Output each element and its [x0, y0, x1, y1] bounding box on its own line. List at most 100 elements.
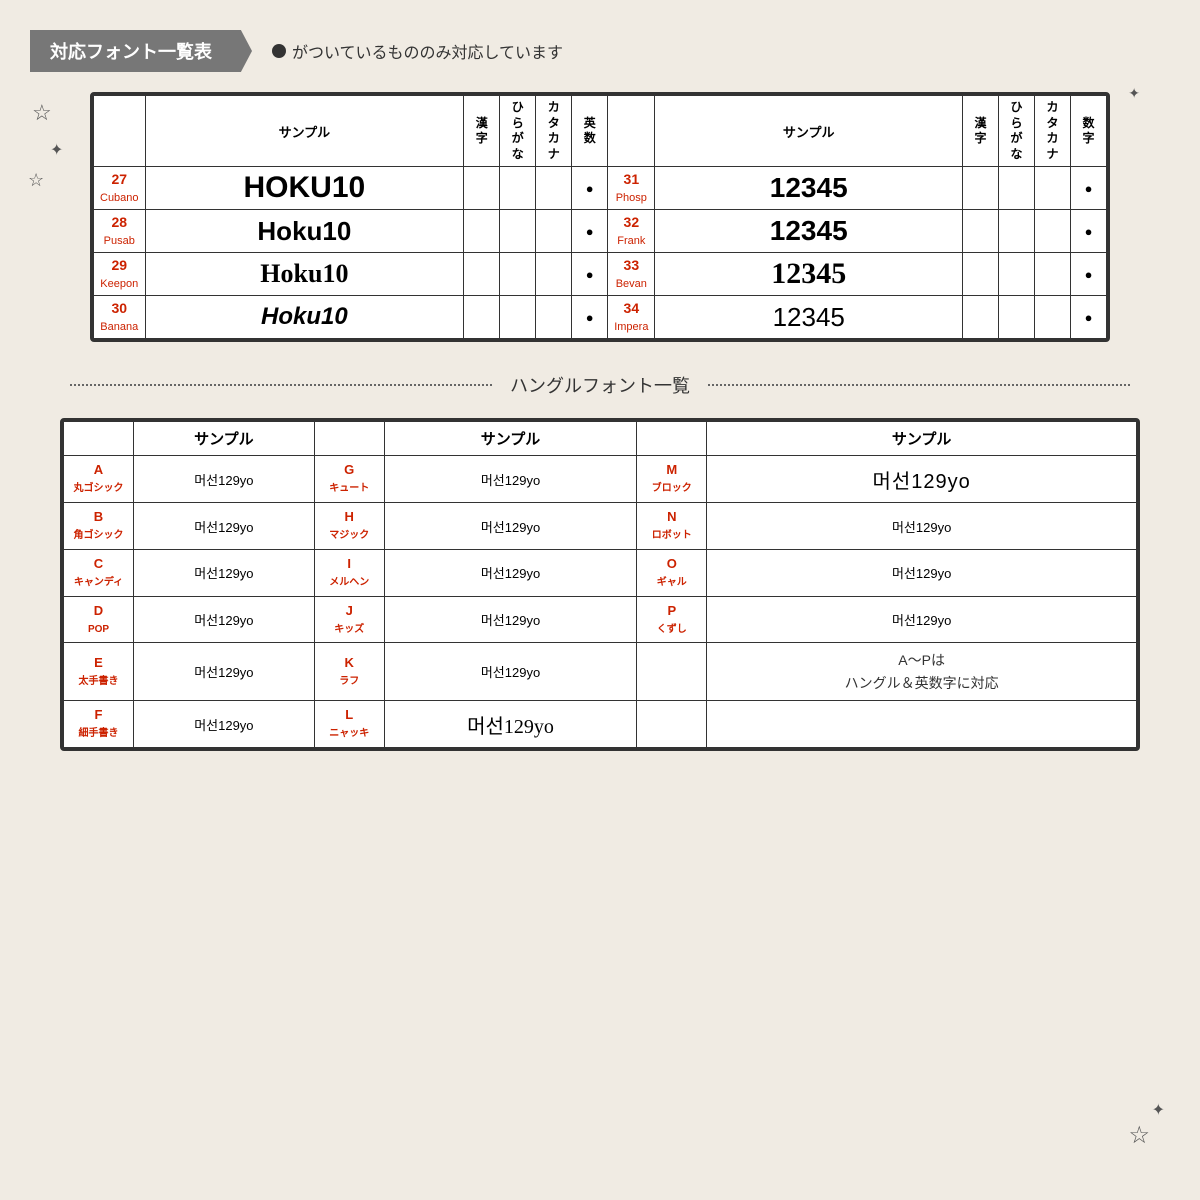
kanji-left: [464, 296, 500, 339]
hangul-label-g: Jキッズ: [314, 596, 384, 643]
th-sample-left: サンプル: [145, 96, 464, 167]
kanji-right: [963, 296, 999, 339]
hangul-th-empty-1: [64, 422, 134, 456]
suu-right: ●: [1071, 210, 1107, 253]
bullet-icon: [272, 44, 286, 58]
font-sample-left: Hoku10: [145, 296, 464, 339]
kanji-right: [963, 210, 999, 253]
font-sample-left: HOKU10: [145, 167, 464, 210]
hangul-th-empty-3: [637, 422, 707, 456]
hangul-label-m-empty: [637, 701, 707, 748]
hangul-sample-m: 머선129yo: [707, 456, 1137, 503]
hangul-label-m: Pくずし: [637, 596, 707, 643]
hira-right: [999, 210, 1035, 253]
hangul-table-row: E太手書き 머선129yoKラフ 머선129yo A〜Pはハングル＆英数字に対応: [64, 643, 1137, 701]
kata-right: [1035, 167, 1071, 210]
hira-right: [999, 253, 1035, 296]
kata-right: [1035, 210, 1071, 253]
hangul-sample-a: 머선129yo: [134, 701, 315, 748]
divider-text: ハングルフォント一覧: [500, 372, 700, 398]
kata-left: [536, 167, 572, 210]
hangul-label-g: Kラフ: [314, 643, 384, 701]
hangul-table-row: B角ゴシック 머선129yoHマジック 머선129yoNロボット 머선129yo: [64, 503, 1137, 550]
kanji-left: [464, 210, 500, 253]
font-id-cell: 30Banana: [94, 296, 146, 339]
header-title: 対応フォント一覧表: [30, 30, 252, 72]
hangul-sample-m: 머선129yo: [707, 503, 1137, 550]
hangul-label-m: Nロボット: [637, 503, 707, 550]
hangul-sample-g: 머선129yo: [384, 503, 637, 550]
kanji-right: [963, 167, 999, 210]
kata-left: [536, 210, 572, 253]
th-empty-mid: [608, 96, 655, 167]
hangul-sample-a: 머선129yo: [134, 643, 315, 701]
header-note-text: がついているもののみ対応しています: [292, 39, 563, 63]
table-row: 30Banana Hoku10 ● 34Impera 12345 ●: [94, 296, 1107, 339]
hangul-table-wrapper: サンプル サンプル サンプル A丸ゴシック 머선129yoGキュート 머선129…: [60, 418, 1140, 751]
th-sample-right: サンプル: [655, 96, 963, 167]
hangul-sample-g: 머선129yo: [384, 456, 637, 503]
hangul-label-a: DPOP: [64, 596, 134, 643]
hangul-th-sample-1: サンプル: [134, 422, 315, 456]
divider-dots-right: [708, 384, 1130, 386]
kanji-left: [464, 253, 500, 296]
sparkle-icon-1: ✦: [50, 140, 63, 160]
font-sample-right: 12345: [655, 296, 963, 339]
hangul-sample-g: 머선129yo: [384, 643, 637, 701]
eisuu-left: ●: [572, 296, 608, 339]
kanji-left: [464, 167, 500, 210]
header-section: 対応フォント一覧表 がついているもののみ対応しています: [30, 30, 1170, 72]
hangul-sample-m: 머선129yo: [707, 549, 1137, 596]
star-icon-top-right: ✦: [1128, 85, 1140, 102]
th-suu-right: 数字: [1071, 96, 1107, 167]
hangul-label-m: Oギャル: [637, 549, 707, 596]
font-id-right: 33Bevan: [608, 253, 655, 296]
hira-left: [500, 167, 536, 210]
hangul-th-sample-2: サンプル: [384, 422, 637, 456]
divider-dots-left: [70, 384, 492, 386]
font-id-right: 34Impera: [608, 296, 655, 339]
hira-left: [500, 253, 536, 296]
hangul-label-g: Iメルヘン: [314, 549, 384, 596]
font-sample-right: 12345: [655, 210, 963, 253]
hangul-th-sample-3: サンプル: [707, 422, 1137, 456]
hangul-label-g: Hマジック: [314, 503, 384, 550]
font-id-right: 32Frank: [608, 210, 655, 253]
hangul-label-a: A丸ゴシック: [64, 456, 134, 503]
eisuu-left: ●: [572, 253, 608, 296]
hira-left: [500, 296, 536, 339]
top-font-table: サンプル 漢字 ひらがな カタカナ 英数 サンプル 漢字 ひらがな カタカナ 数…: [93, 95, 1107, 339]
th-kata-right: カタカナ: [1035, 96, 1071, 167]
hangul-sample-m-empty: [707, 701, 1137, 748]
hangul-label-a: F細手書き: [64, 701, 134, 748]
kata-left: [536, 253, 572, 296]
font-sample-right: 12345: [655, 253, 963, 296]
header-note: がついているもののみ対応しています: [272, 39, 563, 63]
font-id-cell: 29Keepon: [94, 253, 146, 296]
th-empty-left: [94, 96, 146, 167]
th-hira-left: ひらがな: [500, 96, 536, 167]
hangul-sample-a: 머선129yo: [134, 596, 315, 643]
hangul-label-a: Cキャンディ: [64, 549, 134, 596]
hangul-table-row: A丸ゴシック 머선129yoGキュート 머선129yoMブロック 머선129yo: [64, 456, 1137, 503]
hangul-note: A〜Pはハングル＆英数字に対応: [707, 643, 1137, 701]
hangul-sample-a: 머선129yo: [134, 503, 315, 550]
sparkle-icon-bottom: ✦: [1152, 1100, 1165, 1120]
hangul-table-row: DPOP 머선129yoJキッズ 머선129yoPくずし 머선129yo: [64, 596, 1137, 643]
hangul-sample-m: 머선129yo: [707, 596, 1137, 643]
suu-right: ●: [1071, 253, 1107, 296]
font-sample-right: 12345: [655, 167, 963, 210]
hangul-sample-a: 머선129yo: [134, 549, 315, 596]
hangul-label-a: E太手書き: [64, 643, 134, 701]
hangul-label-g: Gキュート: [314, 456, 384, 503]
star-icon-2: ☆: [28, 170, 44, 191]
kata-right: [1035, 253, 1071, 296]
th-eisuu-left: 英数: [572, 96, 608, 167]
star-icon-1: ☆: [32, 100, 52, 126]
hangul-label-a: B角ゴシック: [64, 503, 134, 550]
hangul-label-m: Mブロック: [637, 456, 707, 503]
hira-left: [500, 210, 536, 253]
font-id-cell: 28Pusab: [94, 210, 146, 253]
hangul-label-m: [637, 643, 707, 701]
th-kanji-right: 漢字: [963, 96, 999, 167]
